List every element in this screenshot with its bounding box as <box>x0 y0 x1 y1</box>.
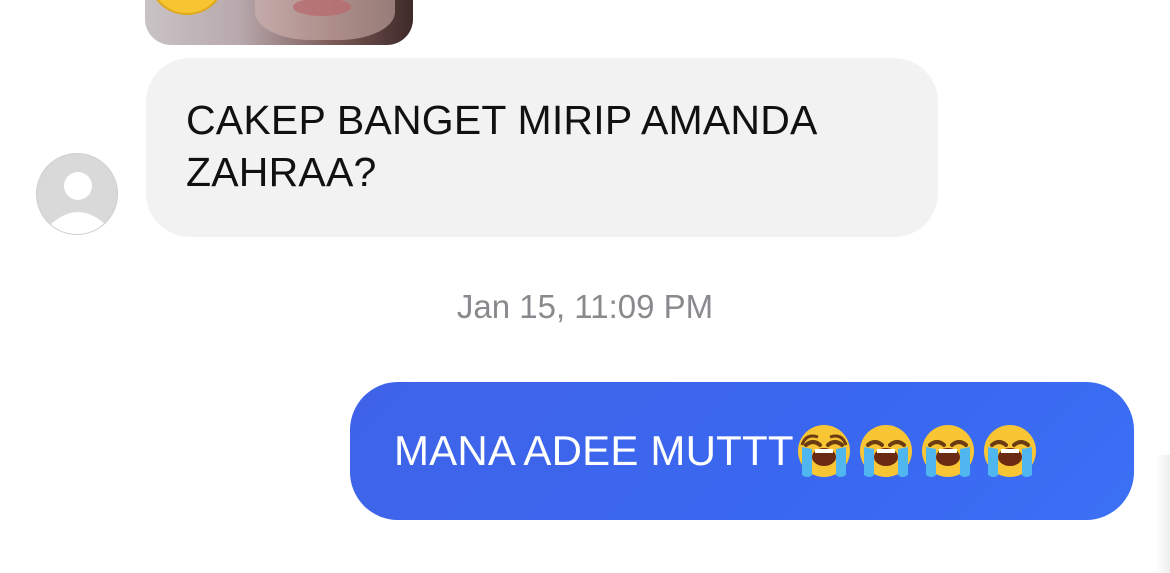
grinning-face-emoji-icon <box>156 0 218 15</box>
loudly-crying-face-emoji-icon <box>859 425 912 477</box>
default-person-icon <box>49 172 107 234</box>
incoming-message-text: CAKEP BANGET MIRIP AMANDA ZAHRAA? <box>186 97 816 195</box>
loudly-crying-face-emoji-icon <box>921 425 974 477</box>
outgoing-message-bubble[interactable]: MANA ADEE MUTTT <box>350 382 1134 520</box>
screen-edge-shadow <box>1156 455 1170 573</box>
loudly-crying-face-emoji-icon <box>797 425 850 477</box>
chat-screen: CAKEP BANGET MIRIP AMANDA ZAHRAA? Jan 15… <box>0 0 1170 573</box>
timestamp-text: Jan 15, 11:09 PM <box>456 288 714 325</box>
image-message[interactable] <box>145 0 413 45</box>
message-timestamp: Jan 15, 11:09 PM <box>0 288 1170 326</box>
outgoing-message-text: MANA ADEE MUTTT <box>394 427 794 474</box>
loudly-crying-face-emoji-icon <box>983 425 1036 477</box>
incoming-message-bubble[interactable]: CAKEP BANGET MIRIP AMANDA ZAHRAA? <box>146 58 938 237</box>
sender-avatar[interactable] <box>36 153 118 235</box>
outgoing-emojis <box>796 423 1038 479</box>
